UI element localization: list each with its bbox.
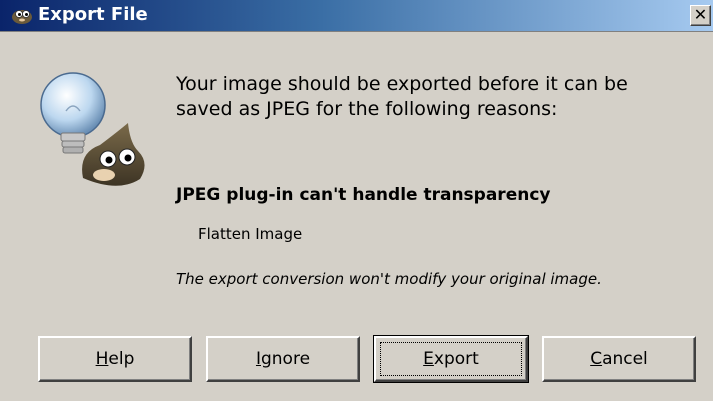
export-button[interactable]: Export (373, 335, 529, 383)
export-button-label: Export (423, 349, 479, 369)
help-button-label: Help (95, 349, 135, 369)
gimp-wilber-icon (12, 10, 32, 24)
export-note: The export conversion won't modify your … (176, 270, 602, 288)
reason-title: JPEG plug-in can't handle transparency (176, 185, 551, 205)
lightbulb-wilber-icon (40, 72, 145, 186)
ignore-button[interactable]: Ignore (206, 336, 360, 382)
reason-item: Flatten Image (198, 225, 303, 243)
ignore-button-label: Ignore (255, 349, 311, 369)
title-bar[interactable]: Export File ✕ (0, 0, 713, 32)
close-icon: ✕ (693, 5, 708, 24)
close-button[interactable]: ✕ (690, 5, 711, 26)
help-button[interactable]: Help (38, 336, 192, 382)
cancel-button[interactable]: Cancel (542, 336, 696, 382)
cancel-button-label: Cancel (590, 349, 648, 369)
window-title: Export File (38, 4, 148, 25)
dialog-message: Your image should be exported before it … (176, 73, 628, 120)
